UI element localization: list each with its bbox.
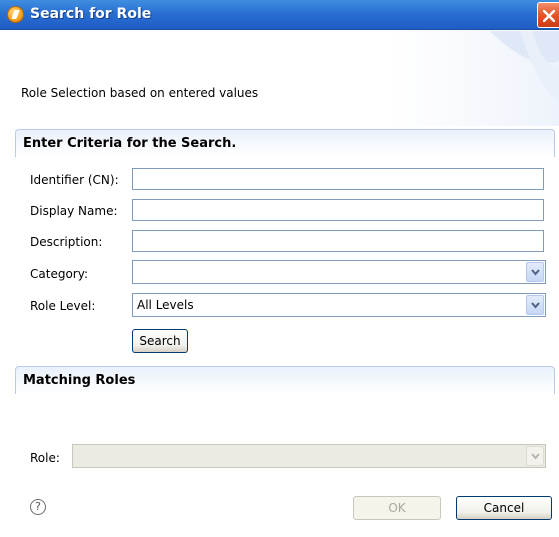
role-level-label: Role Level: xyxy=(30,299,96,313)
help-icon[interactable]: ? xyxy=(30,499,46,515)
display-name-field[interactable] xyxy=(132,199,544,221)
role-app-icon xyxy=(7,6,24,23)
criteria-section-title: Enter Criteria for the Search. xyxy=(23,136,237,151)
ok-button[interactable]: OK xyxy=(353,496,441,520)
role-level-dropdown-button[interactable] xyxy=(526,295,544,315)
identifier-label: Identifier (CN): xyxy=(30,173,119,187)
close-icon xyxy=(543,10,555,22)
display-name-label: Display Name: xyxy=(30,204,118,218)
header-decoration xyxy=(490,31,559,101)
close-button[interactable] xyxy=(537,2,559,28)
category-label: Category: xyxy=(30,267,88,281)
category-dropdown-button[interactable] xyxy=(526,262,544,282)
identifier-field[interactable] xyxy=(132,168,544,190)
criteria-section-header: Enter Criteria for the Search. xyxy=(15,129,555,157)
matching-section-header: Matching Roles xyxy=(15,366,555,394)
role-label: Role: xyxy=(30,451,60,465)
description-label: Description: xyxy=(30,235,103,249)
chevron-down-icon xyxy=(531,269,540,276)
role-level-select[interactable]: All Levels xyxy=(132,293,546,317)
intro-text: Role Selection based on entered values xyxy=(21,86,259,100)
role-dropdown-button[interactable] xyxy=(526,446,544,466)
cancel-button[interactable]: Cancel xyxy=(456,496,552,520)
window-title: Search for Role xyxy=(30,6,152,22)
chevron-down-icon xyxy=(531,453,540,460)
title-bar[interactable]: Search for Role xyxy=(0,0,559,30)
role-level-value: All Levels xyxy=(137,298,194,312)
category-select[interactable] xyxy=(132,260,546,284)
search-button[interactable]: Search xyxy=(132,329,188,353)
chevron-down-icon xyxy=(531,302,540,309)
matching-section-title: Matching Roles xyxy=(23,373,136,388)
description-field[interactable] xyxy=(132,230,544,252)
search-for-role-dialog: Search for Role Role Selection based on … xyxy=(0,0,559,537)
role-select[interactable] xyxy=(72,444,546,468)
